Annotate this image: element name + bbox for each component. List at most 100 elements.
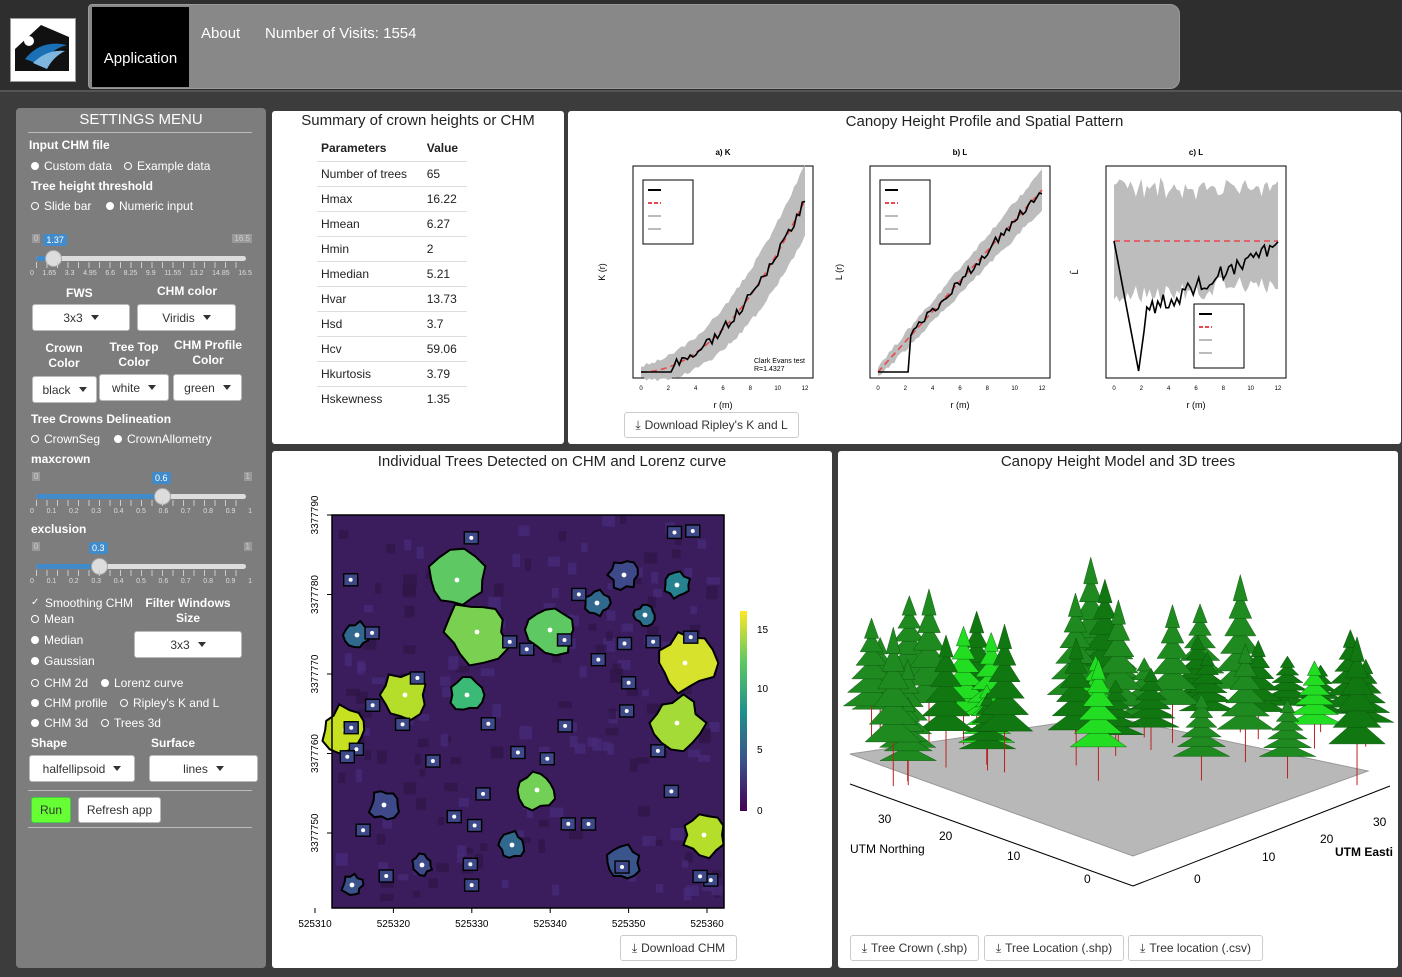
chm-texture-cell [364, 750, 372, 761]
tree-top [547, 627, 553, 633]
slider-tick-label: 0.8 [203, 508, 214, 515]
chm-texture-cell [338, 772, 346, 784]
profile-color-label: CHM Profile Color [173, 338, 242, 367]
smoothing-checkbox[interactable]: ✓ Smoothing CHM [31, 596, 133, 610]
tree-top [400, 722, 405, 727]
radio-example-data[interactable]: Example data [124, 159, 210, 173]
slider-min: 0 [32, 234, 41, 243]
clark-evans-annotation: R=1.4327 [754, 366, 785, 373]
slider-tick-label: 14.85 [212, 270, 230, 277]
surface-select[interactable]: lines [149, 755, 258, 782]
shape-select[interactable]: halfellipsoid [29, 755, 135, 782]
chm-texture-cell [492, 704, 501, 718]
slider-tick-label: 0.1 [46, 508, 57, 515]
radio-chm-2d[interactable]: CHM 2d [31, 676, 88, 690]
ripley-panel: Canopy Height Profile and Spatial Patter… [568, 111, 1401, 444]
radio-trees-3d[interactable]: Trees 3d [101, 716, 161, 730]
radio-gaussian[interactable]: Gaussian [31, 654, 95, 668]
param-name-cell: Hmean [317, 210, 423, 236]
x-tick-label: 525350 [612, 919, 646, 930]
radio-ripley[interactable]: Ripley's K and L [120, 696, 219, 710]
y-tick-label: 3377780 [310, 575, 321, 614]
check-icon: ✓ [31, 596, 40, 608]
radio-crownseg[interactable]: CrownSeg [31, 432, 100, 446]
slider-tick-label: 0.5 [136, 578, 146, 585]
download-chm-button[interactable]: ⤓ Download CHM [620, 935, 737, 961]
tree-top [361, 828, 366, 833]
x-tick-label: 2 [904, 386, 908, 392]
fws-select[interactable]: 3x3 [32, 304, 130, 331]
radio-mean[interactable]: Mean [31, 612, 74, 626]
chm-texture-cell [606, 610, 616, 621]
chm-texture-cell [417, 738, 429, 748]
download-tree-location-csv-button[interactable]: ⤓ Tree location (.csv) [1128, 935, 1263, 961]
tree-top [621, 572, 627, 578]
param-name-cell: Hkurtosis [317, 360, 423, 386]
slider-tick-label: 0 [30, 508, 34, 515]
chm-texture-cell [450, 756, 461, 765]
x-tick-label: 6 [721, 386, 725, 392]
radio-chm-3d[interactable]: CHM 3d [31, 716, 88, 730]
slider-tick-label: 0.4 [113, 578, 124, 585]
chevron-down-icon [148, 385, 156, 390]
y-tick-label: 3377790 [310, 495, 321, 534]
tree-top [642, 612, 648, 618]
slider-tick-label: 1.65 [42, 270, 57, 277]
tree-top [345, 754, 350, 759]
tab-application[interactable]: Application [92, 7, 189, 87]
chm-texture-cell [655, 883, 664, 893]
y-axis-label: L (r) [834, 264, 844, 280]
x-tick-label: 525310 [298, 919, 332, 930]
radio-custom-data[interactable]: Custom data [31, 159, 112, 173]
refresh-app-button[interactable]: Refresh app [78, 797, 161, 823]
slider-tick-labels: 0 0.1 0.2 0.3 0.4 0.5 0.6 0.7 0.8 0.9 1 [30, 578, 252, 585]
chm-texture-cell [549, 807, 564, 818]
slider-tick-labels: 0 1.65 3.3 4.95 6.6 8.25 9.9 11.55 13.2 14.85 16.5 [30, 270, 252, 277]
chm-texture-cell [608, 708, 617, 720]
threshold-slider[interactable]: 0 16.5 1.37 0 1.65 3.3 4.95 6.6 8.25 9.9 11.55 1… [30, 234, 252, 280]
table-row: Hmedian 5.21 [317, 260, 467, 286]
download-tree-crown-button[interactable]: ⤓ Tree Crown (.shp) [850, 935, 979, 961]
radio-numeric-input[interactable]: Numeric input [106, 199, 193, 213]
north-tick-label: 20 [939, 829, 953, 843]
download-ripley-button[interactable]: ⤓ Download Ripley's K and L [624, 412, 799, 438]
table-row: Hcv 59.06 [317, 335, 467, 361]
north-tick-label: 0 [1084, 872, 1091, 886]
tab-about[interactable]: About [201, 25, 240, 42]
tree-crown [956, 625, 972, 647]
table-row: Hskewness 1.35 [317, 385, 467, 411]
chm-texture-cell [595, 644, 607, 653]
chm-texture-cell [642, 689, 649, 697]
axis-northing-label: UTM Northing [850, 842, 925, 856]
tree-crown [969, 610, 985, 634]
download-tree-location-shp-button[interactable]: ⤓ Tree Location (.shp) [984, 935, 1124, 961]
slider-value: 0.6 [152, 472, 171, 484]
chm-texture-cell [419, 769, 426, 777]
crown-color-select[interactable]: black [32, 376, 97, 403]
chm-color-select[interactable]: Viridis [137, 304, 236, 331]
profile-color-select[interactable]: green [173, 374, 242, 401]
radio-chm-profile[interactable]: CHM profile [31, 696, 107, 710]
download-icon: ⤓ [635, 417, 641, 432]
trees-3d-view[interactable]: UTM Northing UTM Easti 30 20 10 0 0 10 20 30 [838, 481, 1398, 921]
radio-lorenz-curve[interactable]: Lorenz curve [101, 676, 183, 690]
slider-tick-label: 0.2 [68, 508, 79, 515]
east-tick-label: 30 [1373, 815, 1387, 829]
x-tick-label: 525320 [377, 919, 411, 930]
radio-slide-bar[interactable]: Slide bar [31, 199, 91, 213]
exclusion-slider[interactable]: 0 1 0.3 0 0.1 0.2 0.3 0.4 0.5 0.6 0.7 0.8 0.9 1 [30, 542, 252, 588]
maxcrown-slider[interactable]: 0 1 0.6 0 0.1 0.2 0.3 0.4 0.5 0.6 0.7 0.8 0.9 1 [30, 472, 252, 518]
radio-median[interactable]: Median [31, 633, 83, 647]
filter-size-select[interactable]: 3x3 [134, 631, 242, 658]
slider-tick-label: 0.7 [180, 508, 191, 515]
radio-crownallometry[interactable]: CrownAllometry [114, 432, 212, 446]
run-button[interactable]: Run [31, 797, 71, 823]
tree-top [354, 747, 359, 752]
chm-texture-cell [438, 817, 445, 826]
visit-counter: Number of Visits: 1554 [265, 25, 417, 42]
treetop-color-select[interactable]: white [99, 374, 169, 401]
x-tick-label: 4 [694, 386, 698, 392]
param-value-cell: 1.35 [422, 385, 467, 411]
tree-top [452, 814, 457, 819]
chm-texture-cell [448, 656, 459, 670]
